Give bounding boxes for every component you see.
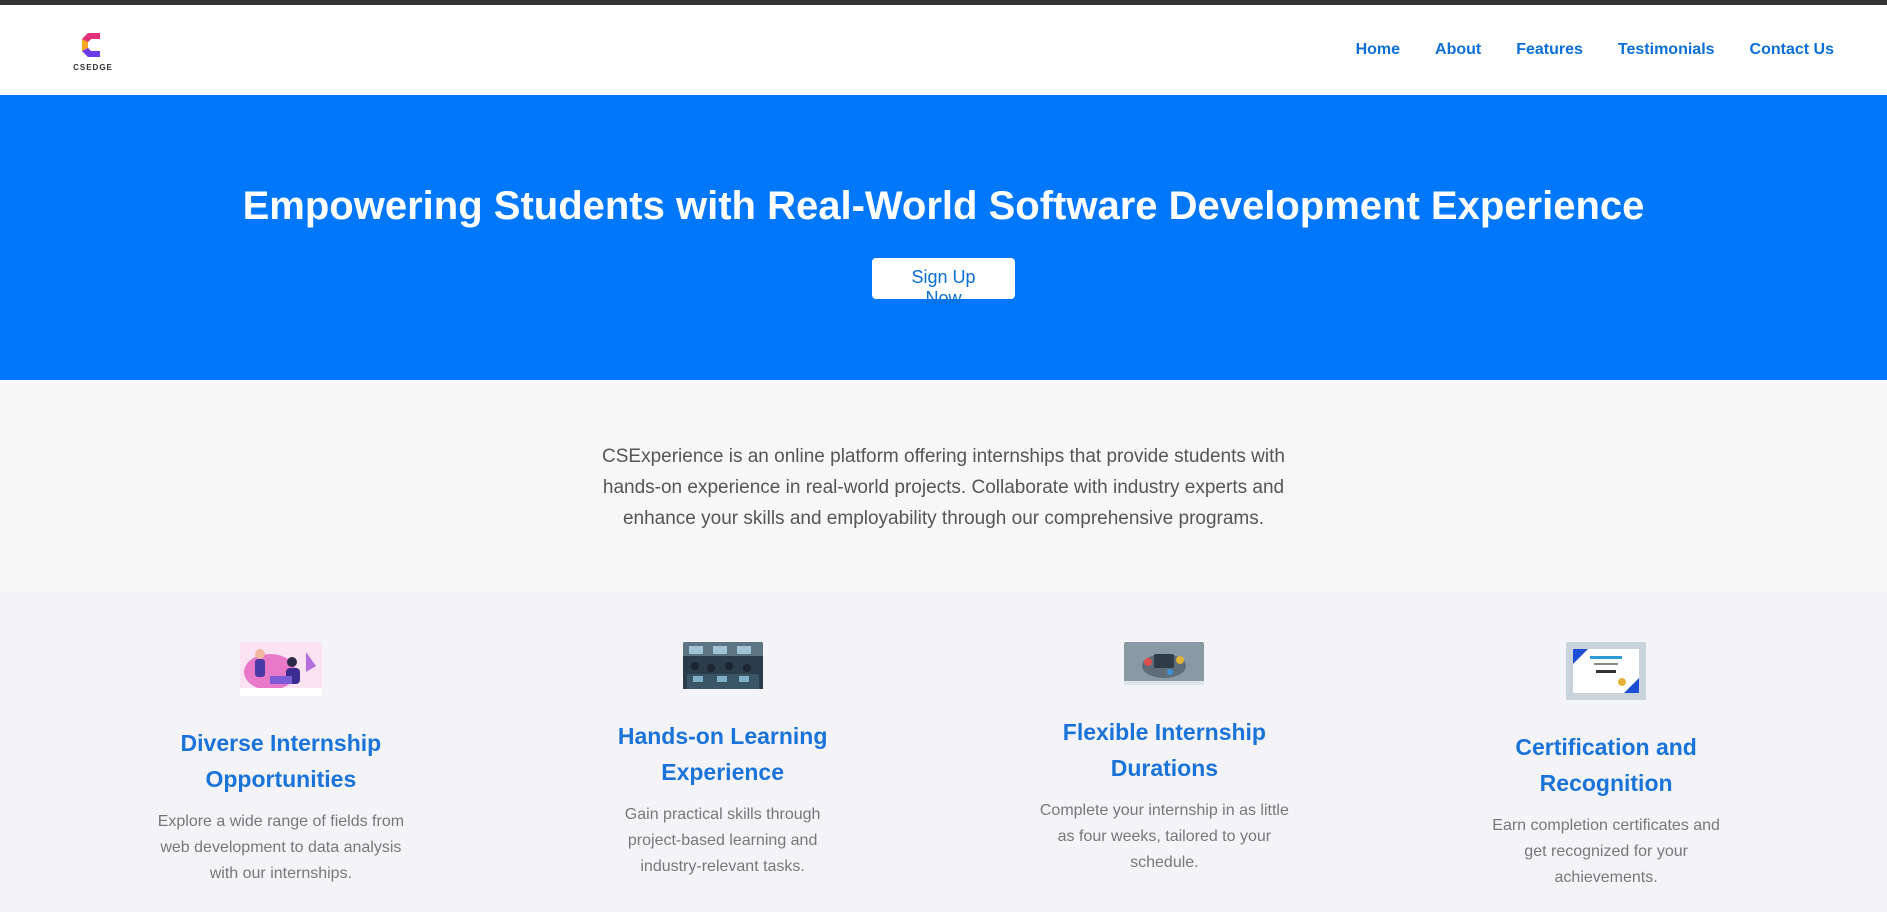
feature-title: Diverse Internship Opportunities [180,730,382,792]
feature-text: Earn completion certificates and get rec… [1492,817,1720,886]
feature-card: Hands-on Learning Experience Gain practi… [593,592,853,912]
feature-title: Hands-on Learning Experience [617,723,828,785]
nav-about[interactable]: About [1435,41,1481,59]
csedge-logo-icon [82,32,100,57]
feature-text: Explore a wide range of fields from web … [157,813,405,882]
hero-title: Empowering Students with Real-World Soft… [242,184,1645,228]
feature-title: Flexible Internship Durations [1062,719,1266,781]
feature-text: Complete your internship in as little as… [1039,802,1289,871]
nav-testimonials[interactable]: Testimonials [1618,41,1715,59]
brand-name: CSEDGE [73,62,113,72]
nav-features[interactable]: Features [1516,41,1583,59]
feature-card: Certification and Recognition Earn compl… [1476,592,1736,912]
feature-title: Certification and Recognition [1515,734,1697,796]
main-nav: Home About Features Testimonials Contact… [1321,41,1834,59]
classroom-photo-icon [682,642,763,694]
nav-contact-us[interactable]: Contact Us [1750,41,1834,59]
sign-up-button[interactable]: Sign Up Now [872,258,1015,308]
feature-card: Diverse Internship Opportunities Explore… [151,592,411,912]
hero-section: Empowering Students with Real-World Soft… [0,95,1887,380]
schedule-illustration-icon [1124,642,1205,690]
intro-text: CSExperience is an online platform offer… [602,446,1285,529]
features-section: Diverse Internship Opportunities Explore… [0,592,1887,912]
brand-logo[interactable]: CSEDGE [70,29,116,72]
feature-card: Flexible Internship Durations Complete y… [1034,592,1294,912]
intro-section: CSExperience is an online platform offer… [0,380,1887,592]
nav-home[interactable]: Home [1356,41,1400,59]
internship-illustration-icon [239,642,322,701]
certificate-image-icon [1566,642,1647,705]
feature-text: Gain practical skills through project-ba… [624,806,821,875]
navbar: CSEDGE Home About Features Testimonials … [0,5,1887,95]
